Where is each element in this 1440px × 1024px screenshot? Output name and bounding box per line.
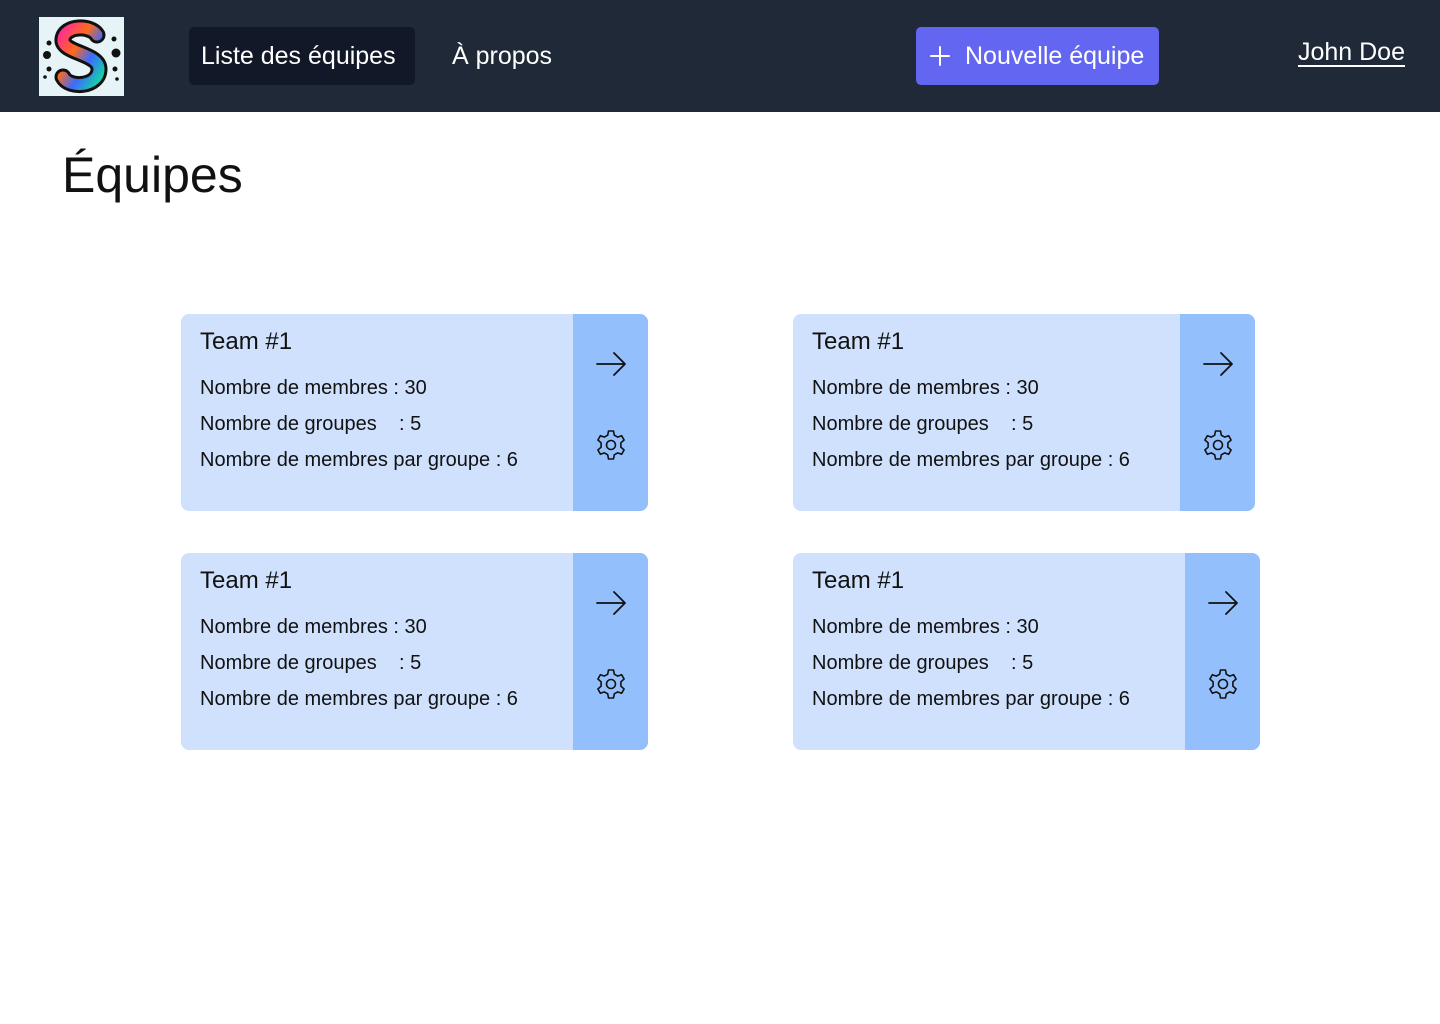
app-logo[interactable] [39,17,124,96]
team-members-count: Nombre de membres : 30 [200,616,427,638]
team-card: Team #1 Nombre de membres : 30 Nombre de… [793,314,1255,511]
team-members-per-group: Nombre de membres par groupe : 6 [812,688,1130,710]
team-members-per-group: Nombre de membres par groupe : 6 [812,449,1130,471]
logo-s-icon [43,19,121,93]
team-settings-button[interactable] [1201,428,1235,462]
team-groups-count: Nombre de groupes : 5 [200,652,422,674]
team-card: Team #1 Nombre de membres : 30 Nombre de… [181,553,648,750]
open-team-button[interactable] [1201,347,1235,381]
team-name: Team #1 [812,567,905,594]
team-settings-button[interactable] [1206,667,1240,701]
open-team-button[interactable] [594,586,628,620]
team-card-actions [573,314,648,511]
plus-icon [929,45,951,67]
gear-icon [1204,430,1232,460]
arrow-right-icon [1208,591,1238,615]
team-card-actions [1180,314,1255,511]
team-members-count: Nombre de membres : 30 [200,377,427,399]
nav-about[interactable]: À propos [440,27,570,85]
team-card-actions [1185,553,1260,750]
user-menu-link[interactable]: John Doe [1298,38,1405,67]
team-card: Team #1 Nombre de membres : 30 Nombre de… [793,553,1260,750]
team-name: Team #1 [812,328,905,355]
arrow-right-icon [1203,352,1233,376]
team-groups-count: Nombre de groupes : 5 [200,413,422,435]
open-team-button[interactable] [1206,586,1240,620]
nav-team-list[interactable]: Liste des équipes [189,27,415,85]
team-groups-count: Nombre de groupes : 5 [812,652,1034,674]
new-team-button[interactable]: Nouvelle équipe [916,27,1159,85]
arrow-right-icon [596,352,626,376]
team-name: Team #1 [200,328,293,355]
team-members-per-group: Nombre de membres par groupe : 6 [200,449,518,471]
top-navbar: Liste des équipes À propos Nouvelle équi… [0,0,1440,112]
gear-icon [597,669,625,699]
team-members-count: Nombre de membres : 30 [812,377,1039,399]
new-team-label: Nouvelle équipe [965,41,1145,70]
team-members-count: Nombre de membres : 30 [812,616,1039,638]
team-card: Team #1 Nombre de membres : 30 Nombre de… [181,314,648,511]
team-settings-button[interactable] [594,428,628,462]
team-groups-count: Nombre de groupes : 5 [812,413,1034,435]
team-settings-button[interactable] [594,667,628,701]
team-members-per-group: Nombre de membres par groupe : 6 [200,688,518,710]
gear-icon [1209,669,1237,699]
arrow-right-icon [596,591,626,615]
team-card-actions [573,553,648,750]
team-name: Team #1 [200,567,293,594]
page-title: Équipes [62,147,243,203]
open-team-button[interactable] [594,347,628,381]
gear-icon [597,430,625,460]
